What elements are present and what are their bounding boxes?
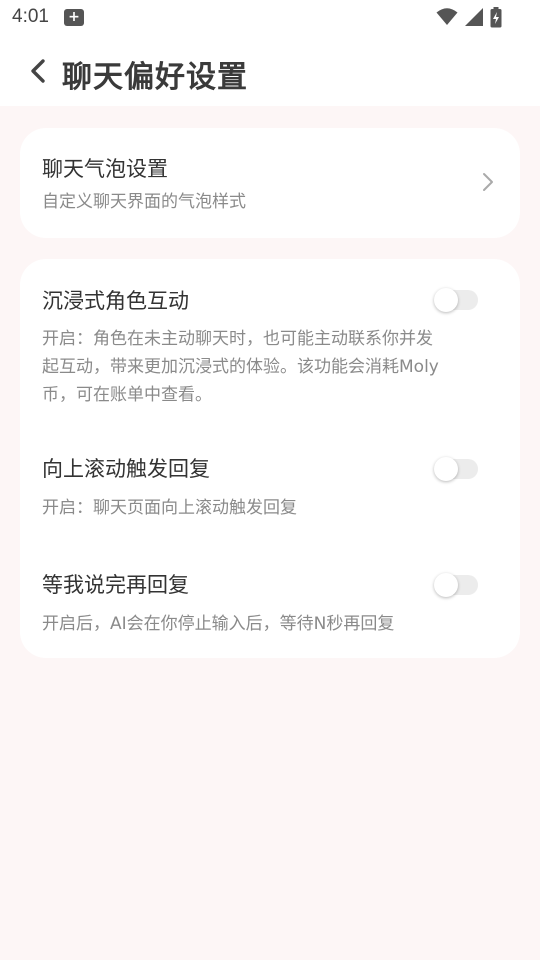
description-line: 开启：角色在未主动聊天时，也可能主动联系你并发 bbox=[42, 329, 433, 349]
toggle-knob bbox=[434, 288, 458, 312]
bubble-settings-title: 聊天气泡设置 bbox=[42, 157, 168, 181]
toggle-knob bbox=[434, 573, 458, 597]
chevron-right-icon bbox=[483, 173, 493, 191]
scroll-up-reply-description: 开启：聊天页面向上滚动触发回复 bbox=[42, 498, 297, 518]
battery-charging-icon bbox=[490, 7, 502, 28]
system-icons bbox=[436, 7, 502, 28]
scroll-up-reply-title: 向上滚动触发回复 bbox=[42, 457, 210, 481]
toggle-knob bbox=[434, 457, 458, 481]
description-line: 币，可在账单中查看。 bbox=[42, 385, 212, 405]
status-bar: 4:01 + bbox=[0, 0, 540, 36]
chat-options-card: 沉浸式角色互动 开启：角色在未主动聊天时，也可能主动联系你并发 起互动，带来更加… bbox=[20, 259, 520, 658]
scroll-up-reply-toggle[interactable] bbox=[434, 457, 478, 481]
wait-before-reply-title: 等我说完再回复 bbox=[42, 573, 189, 597]
cellular-signal-icon bbox=[465, 8, 483, 26]
wifi-icon bbox=[436, 8, 458, 25]
wait-before-reply-description: 开启后，AI会在你停止输入后，等待N秒再回复 bbox=[42, 614, 395, 634]
immersive-interaction-description: 开启：角色在未主动聊天时，也可能主动联系你并发 起互动，带来更加沉浸式的体验。该… bbox=[42, 325, 492, 409]
page-title: 聊天偏好设置 bbox=[62, 60, 248, 95]
bubble-settings-card[interactable]: 聊天气泡设置 自定义聊天界面的气泡样式 bbox=[20, 128, 520, 238]
immersive-interaction-toggle[interactable] bbox=[434, 288, 478, 312]
description-line: 起互动，带来更加沉浸式的体验。该功能会消耗Moly bbox=[42, 357, 439, 377]
bubble-settings-description: 自定义聊天界面的气泡样式 bbox=[42, 192, 246, 212]
wait-before-reply-toggle[interactable] bbox=[434, 573, 478, 597]
immersive-interaction-title: 沉浸式角色互动 bbox=[42, 289, 189, 313]
plus-box-icon: + bbox=[64, 9, 84, 26]
top-app-bar: 聊天偏好设置 bbox=[0, 36, 540, 106]
chevron-left-icon bbox=[31, 59, 45, 83]
back-button[interactable] bbox=[24, 56, 52, 86]
status-time: 4:01 bbox=[12, 6, 49, 27]
